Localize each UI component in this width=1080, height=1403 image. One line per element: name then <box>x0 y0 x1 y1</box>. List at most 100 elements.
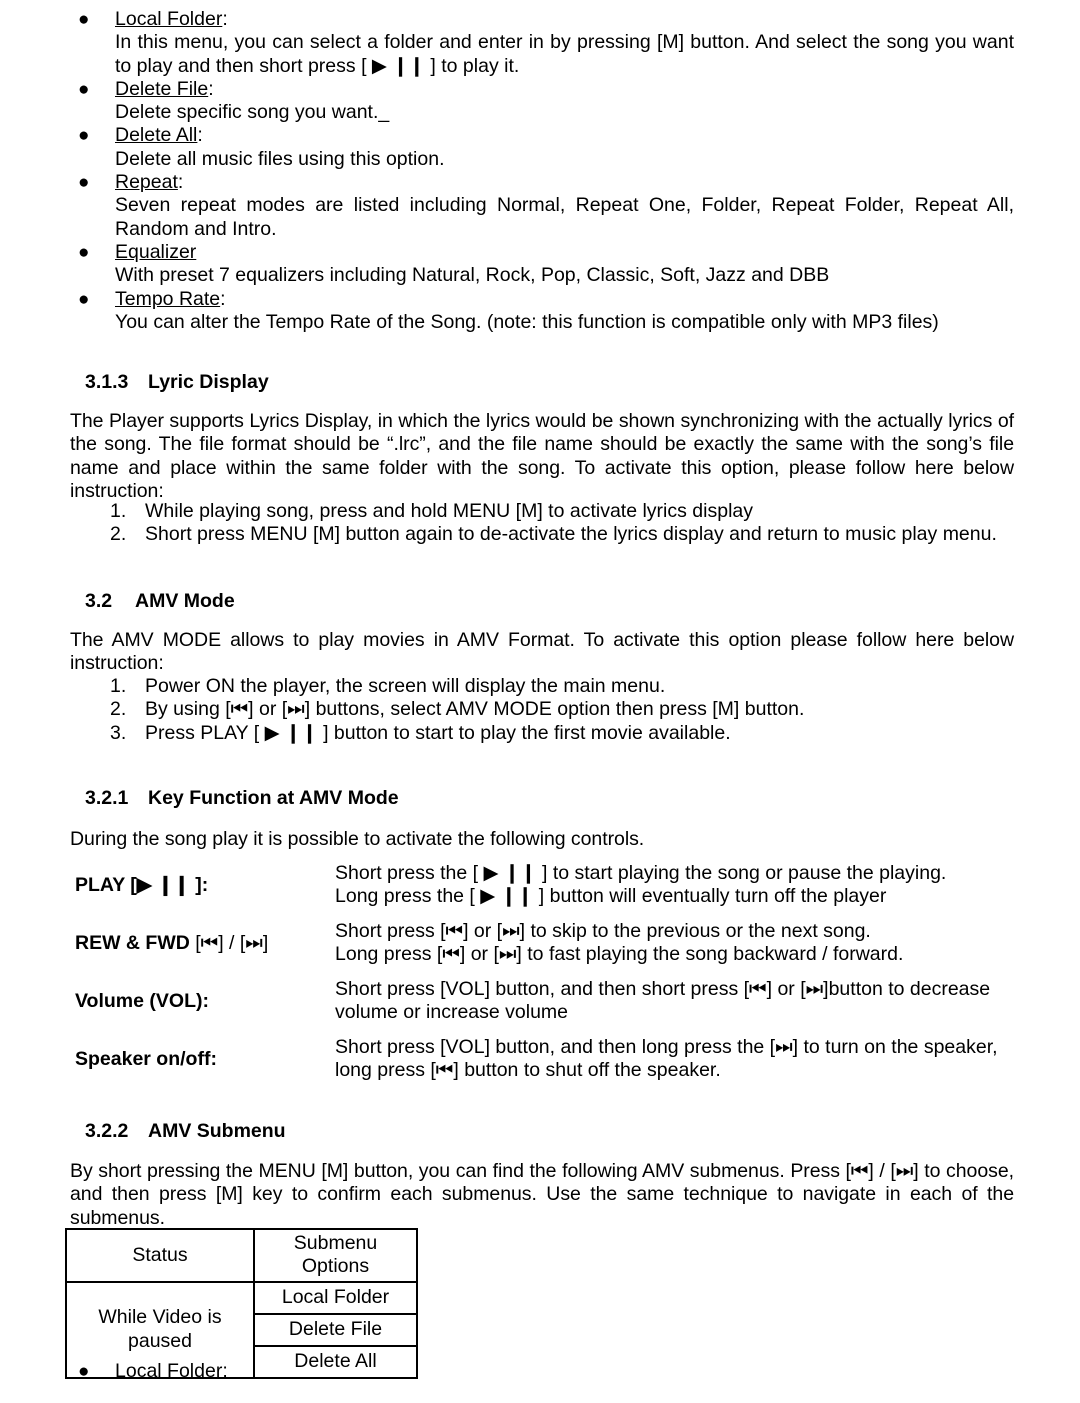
heading-number: 3.2 <box>85 590 113 612</box>
heading-text: AMV Submenu <box>148 1120 286 1142</box>
key-function-label-bold: Volume (VOL): <box>75 990 209 1012</box>
heading-key-function: 3.2.1 Key Function at AMV Mode <box>85 787 399 810</box>
heading-text: Key Function at AMV Mode <box>148 787 399 809</box>
bullet-title-suffix: : <box>177 171 184 194</box>
bullet-title: Local Folder: <box>115 1360 1014 1383</box>
bullet-title: Equalizer <box>115 241 1014 264</box>
key-function-label: REW & FWD [⏮] / [⏭] <box>75 932 268 955</box>
amv-mode-paragraph: The AMV MODE allows to play movies in AM… <box>70 629 1014 675</box>
key-function-description: Short press [VOL] button, and then short… <box>335 978 1015 1025</box>
bullet-icon: ● <box>78 288 90 310</box>
key-function-line: Short press the [ ▶ ❙❙ ] to start playin… <box>335 862 947 884</box>
key-function-line: Long press the [ ▶ ❙❙ ] button will even… <box>335 885 887 908</box>
list-item: ● Local Folder: In this menu, you can se… <box>70 8 1014 78</box>
list-marker: 1. <box>110 500 127 522</box>
lyric-display-paragraph: The Player supports Lyrics Display, in w… <box>70 410 1014 502</box>
amv-submenu-table: Status Submenu Options While Video is pa… <box>65 1228 418 1379</box>
list-item: ● Delete All: Delete all music files usi… <box>70 124 1014 171</box>
music-submenu-bullet-list: ● Local Folder: In this menu, you can se… <box>70 8 1014 334</box>
bullet-title-suffix: : <box>222 1360 228 1382</box>
bullet-description: Delete specific song you want._ <box>115 101 390 124</box>
bullet-title: Local Folder: <box>115 8 1014 31</box>
bullet-title: Delete File: <box>115 78 1014 101</box>
key-function-label-bold: REW & FWD <box>75 932 190 954</box>
bullet-title-text: Tempo Rate <box>115 287 221 310</box>
bullet-title-suffix: : <box>222 8 228 30</box>
list-item-text: Press PLAY [ ▶ ❙❙ ] button to start to p… <box>145 721 731 744</box>
list-item-text: Short press MENU [M] button again to de-… <box>145 523 997 546</box>
key-function-description: Short press the [ ▶ ❙❙ ] to start playin… <box>335 862 1015 909</box>
list-marker: 2. <box>110 698 127 721</box>
bullet-description: Delete all music files using this option… <box>115 147 445 170</box>
key-function-line: Long press [⏮] or [⏭] to fast playing th… <box>335 943 904 966</box>
table-cell-option: Delete File <box>253 1312 418 1347</box>
list-item: ● Local Folder: <box>70 1360 1014 1383</box>
lyric-display-steps: 1. While playing song, press and hold ME… <box>70 500 1014 547</box>
bullet-title-text: Repeat <box>115 171 178 194</box>
bullet-description: In this menu, you can select a folder an… <box>115 31 1014 77</box>
document-page: ● Local Folder: In this menu, you can se… <box>0 0 1080 1403</box>
list-item: ● Tempo Rate: You can alter the Tempo Ra… <box>70 288 1014 335</box>
heading-amv-submenu: 3.2.2 AMV Submenu <box>85 1120 286 1143</box>
key-function-description: Short press [⏮] or [⏭] to skip to the pr… <box>335 920 1015 967</box>
bullet-title-text: Delete File <box>115 77 209 100</box>
key-function-label: PLAY [▶ ❙❙ ]: <box>75 874 208 897</box>
list-item-text: Power ON the player, the screen will dis… <box>145 675 666 697</box>
list-item: ● Equalizer With preset 7 equalizers inc… <box>70 241 1014 288</box>
amv-submenu-paragraph: By short pressing the MENU [M] button, y… <box>70 1160 1014 1229</box>
bullet-title-text: Equalizer <box>115 240 197 263</box>
list-item: 3. Press PLAY [ ▶ ❙❙ ] button to start t… <box>70 722 1014 745</box>
amv-mode-steps: 1. Power ON the player, the screen will … <box>70 675 1014 745</box>
key-function-line: Short press [VOL] button, and then long … <box>335 1036 998 1058</box>
list-marker: 1. <box>110 675 127 697</box>
bullet-description: You can alter the Tempo Rate of the Song… <box>115 310 939 333</box>
key-function-line: long press [⏮] button to shut off the sp… <box>335 1059 721 1082</box>
list-marker: 3. <box>110 721 127 744</box>
table-row: Status Submenu Options <box>65 1228 418 1283</box>
bullet-icon: ● <box>78 78 90 100</box>
bullet-title: Delete All: <box>115 124 1014 147</box>
heading-text: AMV Mode <box>135 590 235 612</box>
bullet-icon: ● <box>78 125 90 147</box>
bullet-title: Tempo Rate: <box>115 288 1014 311</box>
bullet-title: Repeat: <box>115 171 1014 194</box>
heading-number: 3.2.1 <box>85 787 129 809</box>
heading-lyric-display: 3.1.3 Lyric Display <box>85 371 269 394</box>
list-item: ● Delete File: Delete specific song you … <box>70 78 1014 125</box>
list-item-text: By using [⏮] or [⏭] buttons, select AMV … <box>145 698 805 721</box>
key-function-label-bold: PLAY [▶ ❙❙ ]: <box>75 874 209 896</box>
list-item: 2. Short press MENU [M] button again to … <box>70 523 1014 546</box>
table-cell-option: Local Folder <box>253 1280 418 1315</box>
key-function-description: Short press [VOL] button, and then long … <box>335 1036 1015 1083</box>
table-header-options: Submenu Options <box>253 1228 418 1283</box>
heading-number: 3.2.2 <box>85 1120 129 1142</box>
heading-amv-mode: 3.2 AMV Mode <box>85 590 235 613</box>
bullet-title-text: Local Folder <box>115 1360 223 1382</box>
bullet-title-suffix: : <box>197 124 203 147</box>
heading-number: 3.1.3 <box>85 371 129 393</box>
amv-submenu-trailing-bullet-list: ● Local Folder: <box>70 1360 1014 1383</box>
bullet-icon: ● <box>78 1361 90 1382</box>
bullet-description: With preset 7 equalizers including Natur… <box>115 264 830 287</box>
bullet-icon: ● <box>78 241 90 263</box>
key-function-line: volume or increase volume <box>335 1001 569 1024</box>
bullet-icon: ● <box>78 172 90 194</box>
key-function-line: Short press [VOL] button, and then short… <box>335 978 991 1000</box>
key-function-label: Speaker on/off: <box>75 1048 217 1071</box>
key-function-intro: During the song play it is possible to a… <box>70 828 645 850</box>
list-item: 2. By using [⏮] or [⏭] buttons, select A… <box>70 698 1014 721</box>
heading-text: Lyric Display <box>148 371 269 393</box>
table-row: While Video is paused Local Folder <box>65 1280 418 1379</box>
list-marker: 2. <box>110 523 127 546</box>
table-cell-status-line2: paused <box>128 1329 192 1352</box>
bullet-title-suffix: : <box>208 77 214 100</box>
table-header-options-line1: Submenu <box>293 1232 378 1254</box>
key-function-line: Short press [⏮] or [⏭] to skip to the pr… <box>335 920 871 942</box>
bullet-title-suffix: : <box>220 287 226 310</box>
table-cell-status-line1: While Video is <box>98 1306 222 1329</box>
list-item: 1. Power ON the player, the screen will … <box>70 675 1014 698</box>
list-item: ● Repeat: Seven repeat modes are listed … <box>70 171 1014 241</box>
bullet-icon: ● <box>78 9 90 30</box>
table-header-options-line2: Options <box>301 1255 370 1278</box>
bullet-title-text: Local Folder <box>115 8 223 30</box>
